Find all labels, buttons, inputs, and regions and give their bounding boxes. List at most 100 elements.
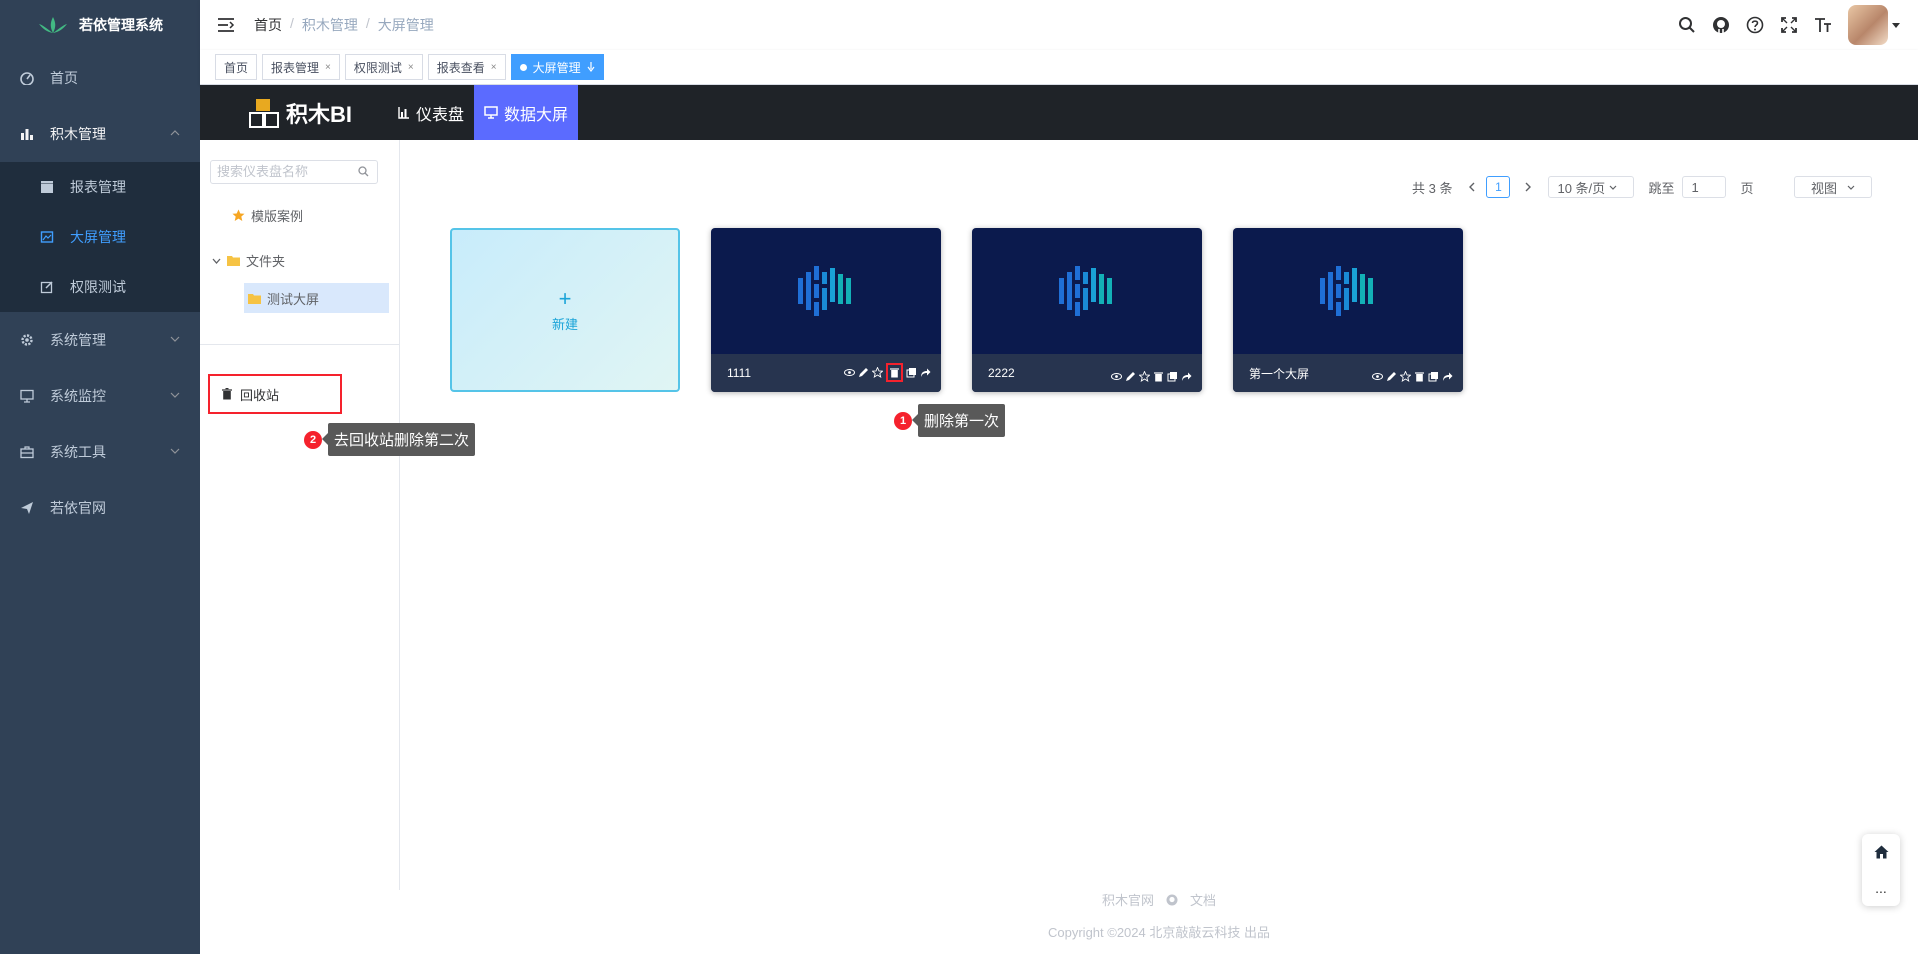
app-logo[interactable]: 若依管理系统 (0, 0, 200, 50)
github-icon[interactable] (1166, 894, 1178, 906)
tag-permission[interactable]: 权限测试 × (344, 54, 423, 80)
pencil-icon[interactable] (1125, 371, 1136, 382)
sidebar-item-jimu[interactable]: 积木管理 (0, 106, 200, 162)
chevron-down-icon (170, 448, 180, 454)
eye-icon[interactable] (844, 367, 855, 378)
toolbox-icon (20, 446, 34, 459)
pager-page-number: 1 (1495, 180, 1502, 194)
avatar[interactable] (1848, 5, 1888, 45)
caret-down-icon (1892, 22, 1900, 28)
copy-icon[interactable] (906, 367, 917, 378)
tag-label: 报表查看 (436, 60, 485, 75)
tab-dashboard[interactable]: 仪表盘 (388, 85, 474, 140)
navbar: 首页 / 积木管理 / 大屏管理 (200, 0, 1918, 50)
home-icon[interactable] (1874, 845, 1889, 859)
breadcrumb-home[interactable]: 首页 (254, 15, 282, 35)
sidebar-item-label: 首页 (50, 70, 78, 86)
chevron-down-icon (170, 336, 180, 342)
sidebar-item-screen[interactable]: 大屏管理 (0, 212, 200, 262)
share-icon[interactable] (920, 367, 931, 378)
chevron-right-icon[interactable] (1524, 182, 1532, 192)
footer-docs-link[interactable]: 文档 (1190, 890, 1216, 909)
sidebar-item-label: 积木管理 (50, 126, 106, 142)
tree-node-folder[interactable]: 文件夹 (212, 251, 285, 270)
screen-card-actions (844, 363, 931, 382)
sidebar-item-permission[interactable]: 权限测试 (0, 262, 200, 312)
page-size-select[interactable]: 10 条/页 (1548, 176, 1635, 198)
close-icon[interactable]: × (491, 62, 497, 73)
chart-icon (21, 129, 33, 140)
sidebar-item-report[interactable]: 报表管理 (0, 162, 200, 212)
sidebar-item-tools[interactable]: 系统工具 (0, 424, 200, 480)
font-size-icon[interactable] (1814, 16, 1832, 34)
copy-icon[interactable] (1428, 371, 1439, 382)
tag-report[interactable]: 报表管理 × (262, 54, 340, 80)
eye-icon[interactable] (1372, 371, 1383, 382)
tag-home[interactable]: 首页 (215, 54, 258, 80)
callout-number: 1 (894, 411, 912, 430)
tag-report-view[interactable]: 报表查看 × (427, 54, 506, 80)
sidebar-item-home[interactable]: 首页 (0, 50, 200, 106)
trash-icon[interactable] (1414, 371, 1425, 382)
trash-icon[interactable] (1153, 371, 1164, 382)
eye-icon[interactable] (1111, 371, 1122, 382)
pager-total: 共 3 条 (1412, 180, 1453, 196)
tree-node-template[interactable]: 模版案例 (232, 206, 303, 225)
tag-label: 权限测试 (353, 60, 402, 75)
chevron-up-icon (170, 130, 180, 136)
bi-logo[interactable]: 积木BI (248, 97, 388, 129)
recycle-bin-button[interactable]: 回收站 (208, 374, 342, 414)
folder-icon (248, 293, 261, 304)
screen-card-first[interactable]: 第一个大屏 (1233, 228, 1463, 392)
close-icon[interactable]: × (325, 62, 331, 73)
edit-icon (40, 281, 53, 294)
jump-page-input[interactable]: 1 (1682, 176, 1727, 198)
sidebar-item-website[interactable]: 若依官网 (0, 480, 200, 536)
tags-view: 首页 报表管理 × 权限测试 × 报表查看 × 大屏管理 (200, 50, 1918, 85)
footer-site-link[interactable]: 积木官网 (1102, 890, 1154, 909)
breadcrumb-screen: 大屏管理 (377, 17, 434, 33)
sidebar-item-system[interactable]: 系统管理 (0, 312, 200, 368)
pencil-icon[interactable] (858, 367, 869, 378)
tree-node-test-screen[interactable]: 测试大屏 (244, 283, 389, 313)
fullscreen-icon[interactable] (1780, 16, 1798, 34)
star-outline-icon[interactable] (1400, 371, 1411, 382)
hamburger-icon[interactable] (216, 15, 236, 35)
search-input[interactable]: 搜索仪表盘名称 (210, 160, 378, 184)
tag-screen[interactable]: 大屏管理 (510, 54, 604, 80)
sidebar: 若依管理系统 首页 积木管理 报表管理 大屏管理 权限测试 系统管理 系统监控 (0, 0, 200, 954)
chevron-down-icon (1847, 185, 1855, 190)
screen-thumbnail (1233, 228, 1463, 354)
close-icon[interactable]: × (408, 62, 414, 73)
chevron-down-icon[interactable] (212, 258, 221, 264)
screen-card-1111[interactable]: 1111 (711, 228, 941, 392)
pencil-icon[interactable] (1386, 371, 1397, 382)
pager-page-1[interactable]: 1 (1486, 176, 1511, 198)
trash-icon (222, 388, 232, 400)
screen-card-2222[interactable]: 2222 (972, 228, 1202, 392)
sidebar-item-monitor[interactable]: 系统监控 (0, 368, 200, 424)
screen-card-title: 2222 (988, 366, 1015, 380)
folder-icon (227, 256, 240, 266)
tab-label: 数据大屏 (504, 106, 569, 124)
star-outline-icon[interactable] (872, 367, 883, 378)
screen-thumbnail (972, 228, 1202, 354)
share-icon[interactable] (1181, 371, 1192, 382)
star-outline-icon[interactable] (1139, 371, 1150, 382)
chevron-left-icon[interactable] (1468, 182, 1476, 192)
copy-icon[interactable] (1167, 371, 1178, 382)
new-screen-card[interactable]: + 新建 (450, 228, 680, 392)
share-icon[interactable] (1442, 371, 1453, 382)
view-select[interactable]: 视图 (1794, 176, 1872, 198)
github-icon[interactable] (1712, 16, 1730, 34)
callout-step-1: 1 删除第一次 (894, 404, 1006, 437)
more-button[interactable]: ... (1875, 880, 1887, 896)
user-menu[interactable] (1848, 5, 1900, 45)
tab-data-screen[interactable]: 数据大屏 (474, 85, 579, 140)
search-icon[interactable] (1678, 16, 1696, 34)
trash-icon[interactable] (889, 367, 900, 378)
sidebar-item-label: 大屏管理 (70, 229, 126, 245)
breadcrumb-jimu[interactable]: 积木管理 (302, 15, 358, 35)
help-icon[interactable] (1746, 16, 1764, 34)
pin-icon[interactable] (587, 61, 595, 73)
